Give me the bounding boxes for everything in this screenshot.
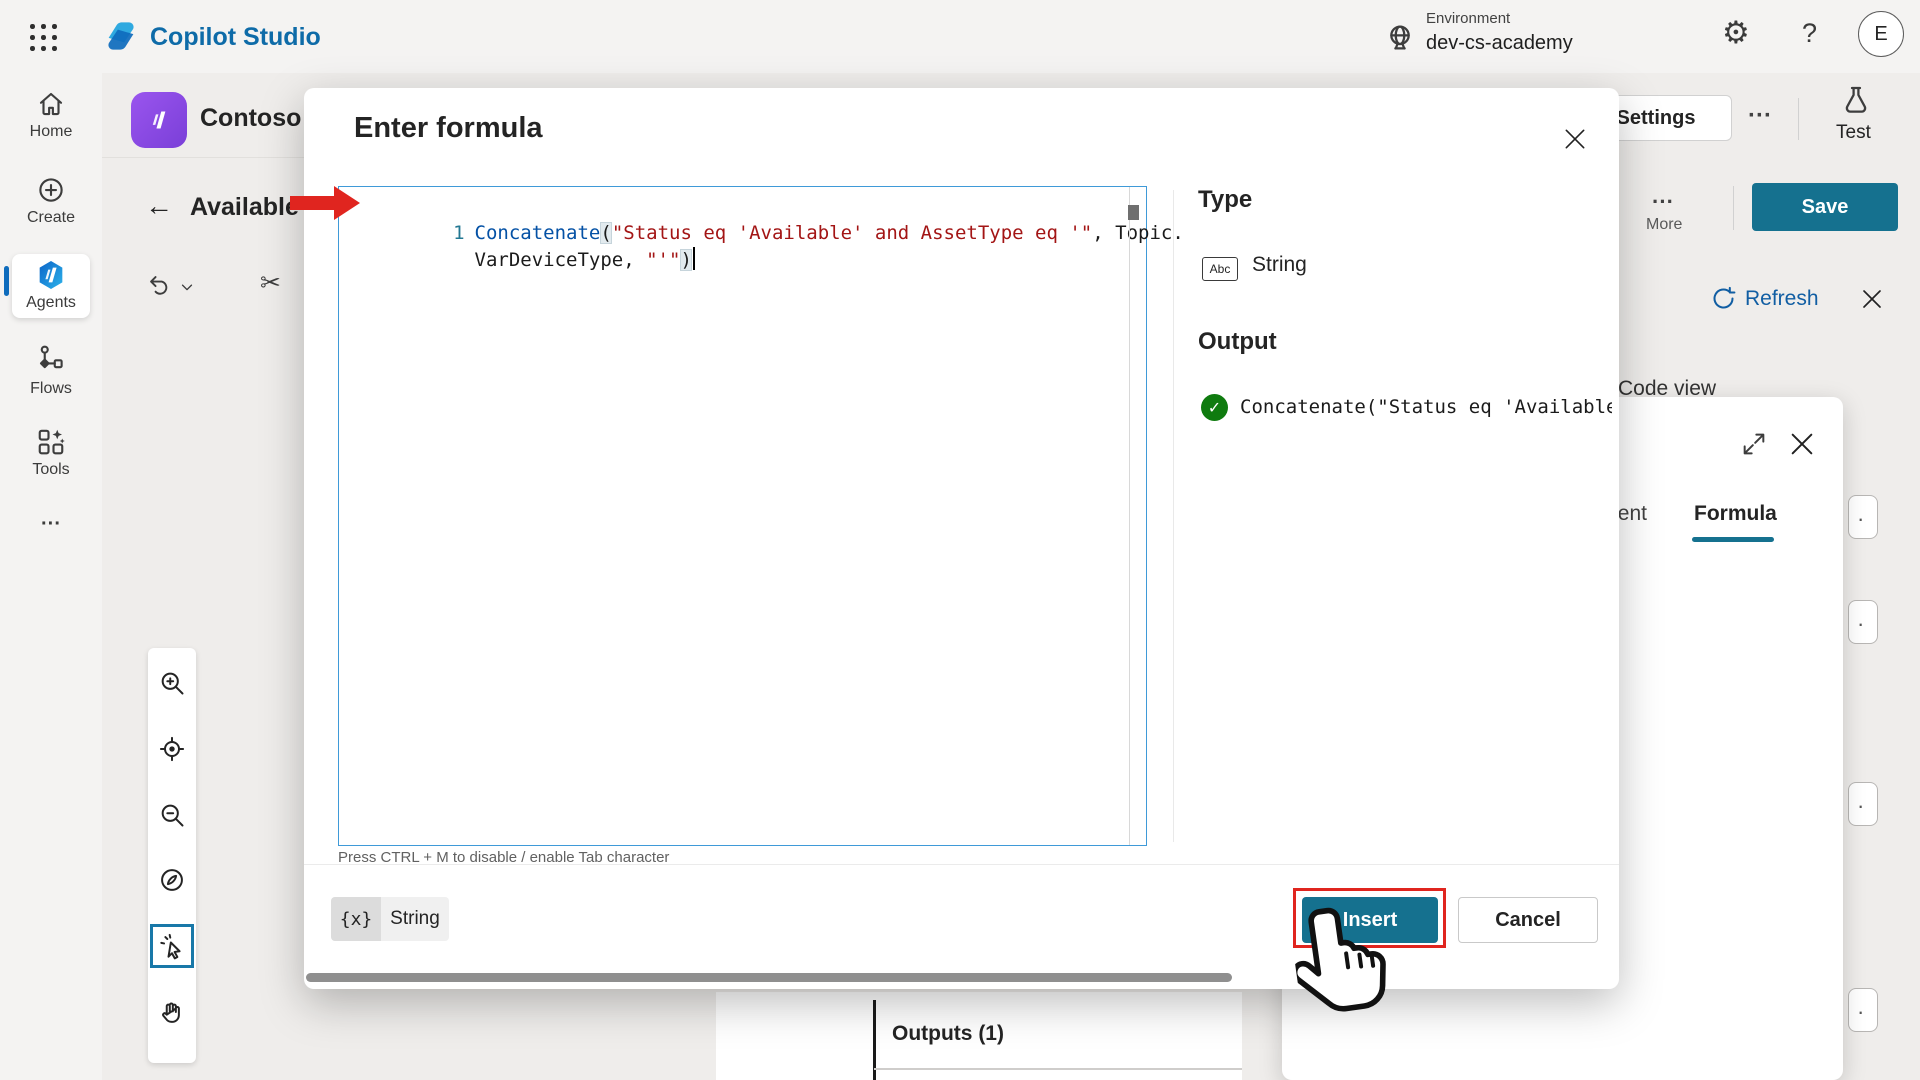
canvas-toolbar xyxy=(148,648,196,1063)
cursor-hand-icon xyxy=(1288,898,1399,1036)
editor-right-divider xyxy=(1173,190,1174,842)
agent-avatar xyxy=(131,92,187,148)
dialog-hscrollbar-thumb[interactable] xyxy=(306,973,1232,982)
text-caret xyxy=(693,247,696,270)
page-title: Available xyxy=(190,193,299,222)
code-line-2: VarDeviceType, "'") xyxy=(353,220,695,301)
chevron-down-icon[interactable] xyxy=(178,278,196,296)
header-divider xyxy=(102,157,304,158)
sidebar-item-create[interactable]: Create xyxy=(0,173,102,235)
app-name: Copilot Studio xyxy=(150,23,321,52)
sidebar-item-home[interactable]: Home xyxy=(0,87,102,149)
copilot-studio-logo-icon xyxy=(102,17,140,55)
back-button[interactable]: ← xyxy=(145,190,173,222)
sidebar-item-flows[interactable]: Flows xyxy=(0,344,102,406)
undo-icon[interactable] xyxy=(146,272,173,299)
more-label[interactable]: More xyxy=(1646,216,1682,234)
output-heading: Output xyxy=(1198,328,1277,356)
output-value: Concatenate("Status eq 'Available xyxy=(1240,396,1612,424)
formula-editor[interactable]: 1Concatenate("Status eq 'Available' and … xyxy=(338,186,1147,846)
expand-icon[interactable] xyxy=(1740,430,1768,458)
waffle-menu-icon[interactable] xyxy=(30,24,57,51)
sidebar-more[interactable]: ··· xyxy=(0,513,102,536)
header-more-icon[interactable]: ··· xyxy=(1748,102,1772,130)
type-value: String xyxy=(1252,253,1307,277)
type-heading: Type xyxy=(1198,186,1252,214)
center-canvas-icon[interactable] xyxy=(158,735,186,763)
save-button[interactable]: Save xyxy=(1752,183,1898,231)
header-divider-v1 xyxy=(1798,98,1799,140)
plus-circle-icon xyxy=(36,175,66,205)
editor-scrollbar-track[interactable] xyxy=(1129,187,1130,845)
type-chip[interactable]: {x} String xyxy=(331,897,449,941)
dropdown-fragment-4[interactable]: · xyxy=(1848,988,1878,1032)
environment-value: dev-cs-academy xyxy=(1426,32,1573,55)
sidebar-item-agents[interactable]: Agents xyxy=(12,254,90,318)
dialog-close-icon[interactable] xyxy=(1562,126,1588,152)
agent-name: Contoso xyxy=(200,104,301,133)
dialog-title: Enter formula xyxy=(354,112,543,145)
flyout-close-icon[interactable] xyxy=(1788,430,1816,458)
outputs-divider xyxy=(874,1068,1242,1070)
sidebar-item-tools[interactable]: Tools xyxy=(0,425,102,487)
agents-active-indicator xyxy=(4,266,9,296)
outputs-label: Outputs (1) xyxy=(892,1022,1004,1046)
select-tool-icon[interactable] xyxy=(158,932,186,960)
minimap-icon[interactable] xyxy=(158,866,186,894)
footer-divider xyxy=(304,864,1619,865)
environment-picker[interactable]: Environment dev-cs-academy xyxy=(1380,6,1640,66)
agents-icon xyxy=(35,259,67,291)
test-flask-icon[interactable] xyxy=(1840,84,1872,116)
type-chip-label: String xyxy=(381,897,449,941)
settings-gear-icon[interactable]: ⚙ xyxy=(1722,15,1750,51)
top-bar: Copilot Studio Environment dev-cs-academ… xyxy=(0,0,1920,73)
cancel-button[interactable]: Cancel xyxy=(1458,897,1598,943)
agent-glyph-icon xyxy=(142,103,176,137)
type-chip-icon: {x} xyxy=(331,897,381,941)
header-divider-v2 xyxy=(1733,186,1734,230)
flows-icon xyxy=(36,344,66,374)
dropdown-fragment-1[interactable]: · xyxy=(1848,495,1878,539)
avatar[interactable]: E xyxy=(1858,11,1904,57)
success-check-icon: ✓ xyxy=(1201,394,1228,421)
globe-icon xyxy=(1384,22,1416,54)
zoom-out-icon[interactable] xyxy=(158,801,186,829)
left-nav-rail: Home Create Agents F xyxy=(0,73,102,1080)
annotation-arrow xyxy=(290,183,364,223)
cut-icon[interactable]: ✂ xyxy=(260,268,281,298)
tab-formula[interactable]: Formula xyxy=(1694,502,1777,526)
tools-icon xyxy=(36,427,66,457)
dropdown-fragment-3[interactable]: · xyxy=(1848,782,1878,826)
panel-close-icon[interactable] xyxy=(1860,287,1884,311)
refresh-icon[interactable] xyxy=(1710,285,1737,312)
zoom-in-icon[interactable] xyxy=(158,669,186,697)
help-icon[interactable]: ? xyxy=(1802,18,1817,49)
pan-tool-icon[interactable] xyxy=(158,998,186,1026)
string-type-icon: Abc xyxy=(1202,257,1238,281)
screen: Copilot Studio Environment dev-cs-academ… xyxy=(0,0,1920,1080)
home-icon xyxy=(36,89,66,119)
editor-scrollbar-thumb[interactable] xyxy=(1128,205,1139,220)
more-icon[interactable]: ··· xyxy=(1652,189,1674,215)
enter-formula-dialog: Enter formula 1Concatenate("Status eq 'A… xyxy=(304,88,1619,989)
environment-label: Environment xyxy=(1426,10,1510,27)
test-label[interactable]: Test xyxy=(1836,122,1871,144)
avatar-initial: E xyxy=(1874,23,1887,46)
dropdown-fragment-2[interactable]: · xyxy=(1848,600,1878,644)
refresh-label[interactable]: Refresh xyxy=(1745,287,1819,311)
tab-formula-underline xyxy=(1692,537,1774,542)
